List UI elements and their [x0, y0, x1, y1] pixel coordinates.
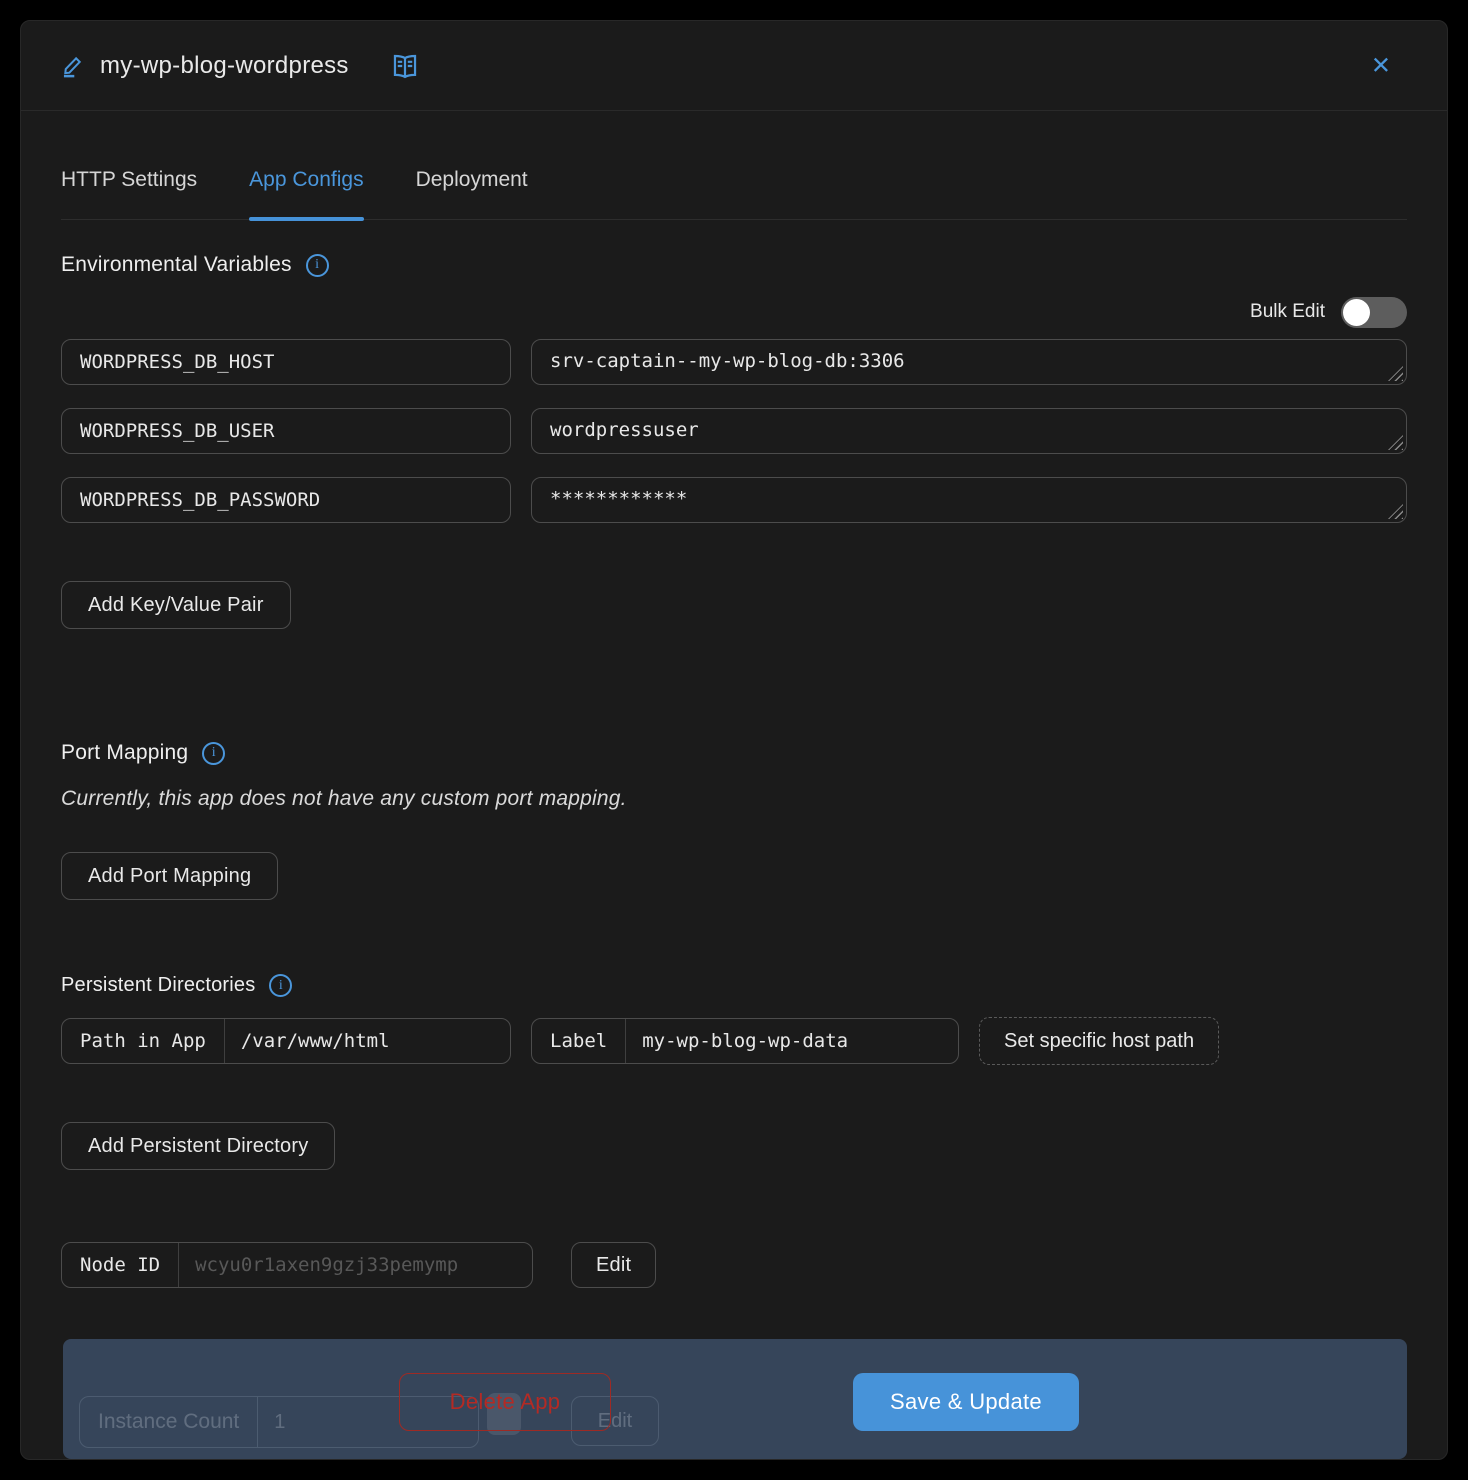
label-input[interactable]: my-wp-blog-wp-data: [626, 1019, 958, 1063]
env-key-input[interactable]: [61, 408, 511, 454]
env-section-title: Environmental Variables i: [61, 253, 329, 277]
info-icon[interactable]: i: [306, 254, 329, 277]
tab-bar: HTTP Settings App Configs Deployment: [61, 167, 1407, 220]
bulk-edit-control: Bulk Edit: [1250, 293, 1407, 331]
env-value-text: srv-captain--my-wp-blog-db:3306: [550, 350, 905, 372]
resize-grip-icon[interactable]: [1388, 366, 1403, 381]
docs-button[interactable]: [391, 52, 419, 80]
path-in-app-input[interactable]: /var/www/html: [225, 1019, 510, 1063]
bulk-edit-toggle[interactable]: [1341, 297, 1407, 328]
resize-grip-icon[interactable]: [1388, 504, 1403, 519]
dialog-header: my-wp-blog-wordpress ✕: [21, 21, 1447, 111]
instance-count-addon: Instance Count: [80, 1397, 258, 1447]
bulk-edit-label: Bulk Edit: [1250, 301, 1325, 323]
resize-grip-icon[interactable]: [1388, 435, 1403, 450]
info-icon[interactable]: i: [202, 742, 225, 765]
add-port-mapping-button[interactable]: Add Port Mapping: [61, 852, 278, 900]
set-host-path-button[interactable]: Set specific host path: [979, 1017, 1219, 1065]
tab-http-settings[interactable]: HTTP Settings: [61, 167, 197, 219]
persistent-section-title: Persistent Directories i: [61, 974, 292, 997]
tab-app-configs[interactable]: App Configs: [249, 167, 363, 219]
app-config-dialog: my-wp-blog-wordpress ✕ HTTP Settings App…: [20, 20, 1448, 1460]
toggle-knob: [1343, 299, 1370, 326]
tab-deployment[interactable]: Deployment: [416, 167, 528, 219]
port-section-label: Port Mapping: [61, 741, 188, 765]
page-title: my-wp-blog-wordpress: [100, 52, 349, 80]
path-in-app-group: Path in App /var/www/html: [61, 1018, 511, 1064]
persistent-section-label: Persistent Directories: [61, 974, 255, 997]
port-empty-note: Currently, this app does not have any cu…: [61, 787, 627, 811]
env-section-label: Environmental Variables: [61, 253, 292, 277]
save-update-button[interactable]: Save & Update: [853, 1373, 1079, 1431]
path-in-app-addon: Path in App: [62, 1019, 225, 1063]
add-key-value-button[interactable]: Add Key/Value Pair: [61, 581, 291, 629]
node-id-input: wcyu0r1axen9gzj33pemymp: [179, 1243, 532, 1287]
env-value-textarea[interactable]: ************: [531, 477, 1407, 523]
env-var-row: srv-captain--my-wp-blog-db:3306: [61, 339, 1407, 385]
port-section-title: Port Mapping i: [61, 741, 225, 765]
env-value-text: wordpressuser: [550, 419, 699, 441]
node-id-addon: Node ID: [62, 1243, 179, 1287]
env-value-textarea[interactable]: wordpressuser: [531, 408, 1407, 454]
label-group: Label my-wp-blog-wp-data: [531, 1018, 959, 1064]
env-key-input[interactable]: [61, 339, 511, 385]
footer-bar: Instance Count 1 Edit Delete App Save & …: [63, 1339, 1407, 1459]
book-icon: [391, 52, 419, 80]
label-addon: Label: [532, 1019, 626, 1063]
env-var-row: ************: [61, 477, 1407, 523]
close-icon[interactable]: ✕: [1371, 51, 1391, 80]
env-var-row: wordpressuser: [61, 408, 1407, 454]
delete-app-button[interactable]: Delete App: [399, 1373, 611, 1431]
edit-title-button[interactable]: [59, 52, 86, 79]
env-value-text: ************: [550, 488, 687, 510]
node-id-group: Node ID wcyu0r1axen9gzj33pemymp: [61, 1242, 533, 1288]
pencil-icon: [59, 52, 86, 79]
add-persistent-directory-button[interactable]: Add Persistent Directory: [61, 1122, 335, 1170]
info-icon[interactable]: i: [269, 974, 292, 997]
env-value-textarea[interactable]: srv-captain--my-wp-blog-db:3306: [531, 339, 1407, 385]
env-key-input[interactable]: [61, 477, 511, 523]
node-edit-button[interactable]: Edit: [571, 1242, 656, 1288]
